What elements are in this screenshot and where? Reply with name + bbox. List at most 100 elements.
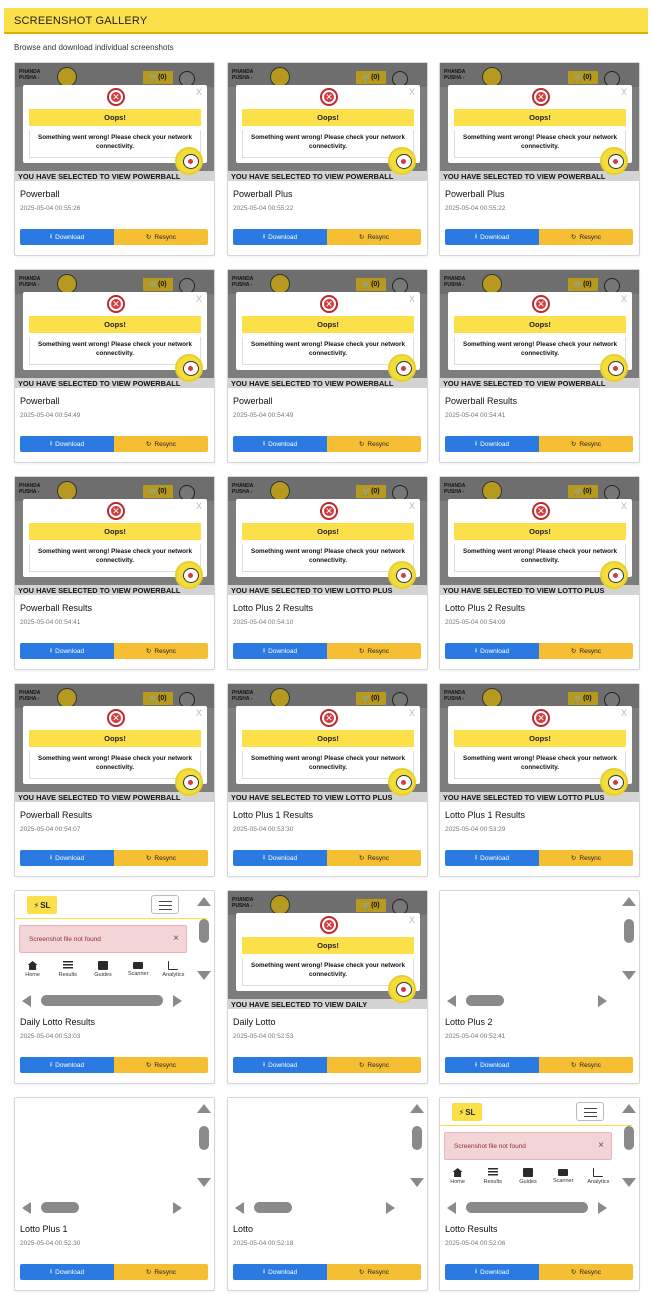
screenshot-thumbnail[interactable]: PHANDA PUSHA - 🛒 (0) YOU HAVE SELECTED TO… xyxy=(228,477,427,595)
card-actions: ⭳ Download ↻ Resync xyxy=(20,850,208,866)
resync-button[interactable]: ↻ Resync xyxy=(539,1057,633,1073)
resync-button[interactable]: ↻ Resync xyxy=(539,436,633,452)
screenshot-thumbnail[interactable]: PHANDA PUSHA - 🛒 (0) YOU HAVE SELECTED TO… xyxy=(15,684,214,802)
download-button[interactable]: ⭳ Download xyxy=(445,229,539,245)
download-button[interactable]: ⭳ Download xyxy=(20,1057,114,1073)
screenshot-thumbnail[interactable]: ⚡ SL Screenshot file not found × Home Res… xyxy=(440,1098,639,1216)
download-button[interactable]: ⭳ Download xyxy=(233,1264,327,1280)
modal-message: Something went wrong! Please check your … xyxy=(454,337,626,365)
brand-logo xyxy=(57,481,77,501)
cart-icon: 🛒 (0) xyxy=(356,278,386,291)
screenshot-thumbnail[interactable]: PHANDA PUSHA - 🛒 (0) YOU HAVE SELECTED TO… xyxy=(440,63,639,181)
brand-logo xyxy=(57,67,77,87)
screenshot-card: PHANDA PUSHA - 🛒 (0) YOU HAVE SELECTED TO… xyxy=(14,683,215,877)
download-button[interactable]: ⭳ Download xyxy=(20,229,114,245)
resync-button[interactable]: ↻ Resync xyxy=(539,850,633,866)
screenshot-thumbnail[interactable]: PHANDA PUSHA - 🛒 (0) YOU HAVE SELECTED TO… xyxy=(228,891,427,1009)
app-topbar: PHANDA PUSHA - 🛒 (0) xyxy=(440,63,639,87)
download-button[interactable]: ⭳ Download xyxy=(233,850,327,866)
scroll-left-icon xyxy=(235,1202,244,1214)
resync-button[interactable]: ↻ Resync xyxy=(114,850,208,866)
resync-button[interactable]: ↻ Resync xyxy=(327,229,421,245)
card-timestamp: 2025-05-04 00:54:07 xyxy=(20,826,81,833)
resync-button[interactable]: ↻ Resync xyxy=(114,1057,208,1073)
modal-title: Oops! xyxy=(29,730,201,747)
brand-text: PHANDA PUSHA - xyxy=(444,276,466,288)
resync-button[interactable]: ↻ Resync xyxy=(539,643,633,659)
screenshot-card: PHANDA PUSHA - 🛒 (0) YOU HAVE SELECTED TO… xyxy=(439,476,640,670)
download-button[interactable]: ⭳ Download xyxy=(445,1264,539,1280)
download-button[interactable]: ⭳ Download xyxy=(20,1264,114,1280)
card-actions: ⭳ Download ↻ Resync xyxy=(445,1057,633,1073)
download-icon: ⭳ xyxy=(49,646,53,654)
resync-button[interactable]: ↻ Resync xyxy=(114,229,208,245)
screenshot-thumbnail[interactable]: PHANDA PUSHA - 🛒 (0) YOU HAVE SELECTED TO… xyxy=(440,477,639,595)
cart-count: (0) xyxy=(158,695,167,702)
sync-icon: ↻ xyxy=(145,855,152,862)
download-button[interactable]: ⭳ Download xyxy=(20,436,114,452)
screenshot-thumbnail[interactable] xyxy=(228,1098,427,1216)
resync-button[interactable]: ↻ Resync xyxy=(327,643,421,659)
horizontal-scrollbar xyxy=(15,1198,214,1216)
error-alert: Screenshot file not found × xyxy=(444,1132,612,1160)
sync-icon: ↻ xyxy=(570,648,577,655)
brand-text: PHANDA PUSHA - xyxy=(232,483,254,495)
screenshot-thumbnail[interactable]: PHANDA PUSHA - 🛒 (0) YOU HAVE SELECTED TO… xyxy=(440,270,639,388)
download-button[interactable]: ⭳ Download xyxy=(20,643,114,659)
screenshot-thumbnail[interactable]: PHANDA PUSHA - 🛒 (0) YOU HAVE SELECTED TO… xyxy=(15,477,214,595)
screenshot-thumbnail[interactable]: PHANDA PUSHA - 🛒 (0) YOU HAVE SELECTED TO… xyxy=(228,63,427,181)
download-button[interactable]: ⭳ Download xyxy=(20,850,114,866)
cart-icon: 🛒 (0) xyxy=(356,692,386,705)
download-button[interactable]: ⭳ Download xyxy=(233,1057,327,1073)
download-button[interactable]: ⭳ Download xyxy=(233,643,327,659)
nav-label: Guides xyxy=(519,1179,537,1185)
resync-button[interactable]: ↻ Resync xyxy=(539,229,633,245)
download-button[interactable]: ⭳ Download xyxy=(445,436,539,452)
scanner-icon xyxy=(133,962,144,969)
card-actions: ⭳ Download ↻ Resync xyxy=(445,1264,633,1280)
screenshot-thumbnail[interactable]: PHANDA PUSHA - 🛒 (0) YOU HAVE SELECTED TO… xyxy=(228,684,427,802)
card-timestamp: 2025-05-04 00:54:49 xyxy=(20,412,81,419)
modal-title: Oops! xyxy=(29,316,201,333)
card-title: Daily Lotto xyxy=(233,1017,276,1027)
results-icon xyxy=(487,1168,498,1177)
resync-button[interactable]: ↻ Resync xyxy=(327,1057,421,1073)
cart-count: (0) xyxy=(583,488,592,495)
modal-title: Oops! xyxy=(242,730,414,747)
screenshot-card: PHANDA PUSHA - 🛒 (0) YOU HAVE SELECTED TO… xyxy=(227,476,428,670)
scroll-up-icon xyxy=(410,1104,424,1113)
resync-button[interactable]: ↻ Resync xyxy=(327,436,421,452)
card-actions: ⭳ Download ↻ Resync xyxy=(233,436,421,452)
nav-item-scanner: Scanner xyxy=(121,959,156,983)
resync-button[interactable]: ↻ Resync xyxy=(327,1264,421,1280)
modal-message: Something went wrong! Please check your … xyxy=(454,130,626,158)
resync-button[interactable]: ↻ Resync xyxy=(114,436,208,452)
resync-button[interactable]: ↻ Resync xyxy=(114,643,208,659)
download-button[interactable]: ⭳ Download xyxy=(445,850,539,866)
screenshot-thumbnail[interactable]: PHANDA PUSHA - 🛒 (0) YOU HAVE SELECTED TO… xyxy=(15,63,214,181)
download-button[interactable]: ⭳ Download xyxy=(233,436,327,452)
card-timestamp: 2025-05-04 00:54:10 xyxy=(233,619,294,626)
app-topbar: PHANDA PUSHA - 🛒 (0) xyxy=(228,891,427,915)
resync-button[interactable]: ↻ Resync xyxy=(114,1264,208,1280)
brand-text: PHANDA PUSHA - xyxy=(232,276,254,288)
screenshot-thumbnail[interactable] xyxy=(15,1098,214,1216)
screenshot-thumbnail[interactable] xyxy=(440,891,639,1009)
screenshot-thumbnail[interactable]: PHANDA PUSHA - 🛒 (0) YOU HAVE SELECTED TO… xyxy=(228,270,427,388)
resync-button[interactable]: ↻ Resync xyxy=(327,850,421,866)
modal-message: Something went wrong! Please check your … xyxy=(242,130,414,158)
screenshot-thumbnail[interactable]: PHANDA PUSHA - 🛒 (0) YOU HAVE SELECTED TO… xyxy=(15,270,214,388)
card-actions: ⭳ Download ↻ Resync xyxy=(233,850,421,866)
download-button[interactable]: ⭳ Download xyxy=(445,643,539,659)
download-icon: ⭳ xyxy=(49,439,53,447)
screenshot-thumbnail[interactable]: PHANDA PUSHA - 🛒 (0) YOU HAVE SELECTED TO… xyxy=(440,684,639,802)
screenshot-thumbnail[interactable]: ⚡ SL Screenshot file not found × Home Res… xyxy=(15,891,214,1009)
card-title: Daily Lotto Results xyxy=(20,1017,96,1027)
download-button[interactable]: ⭳ Download xyxy=(445,1057,539,1073)
cart-count: (0) xyxy=(371,695,380,702)
sync-icon: ↻ xyxy=(358,441,365,448)
card-timestamp: 2025-05-04 00:54:41 xyxy=(445,412,506,419)
modal-close-icon: X xyxy=(620,708,627,718)
resync-button[interactable]: ↻ Resync xyxy=(539,1264,633,1280)
download-button[interactable]: ⭳ Download xyxy=(233,229,327,245)
